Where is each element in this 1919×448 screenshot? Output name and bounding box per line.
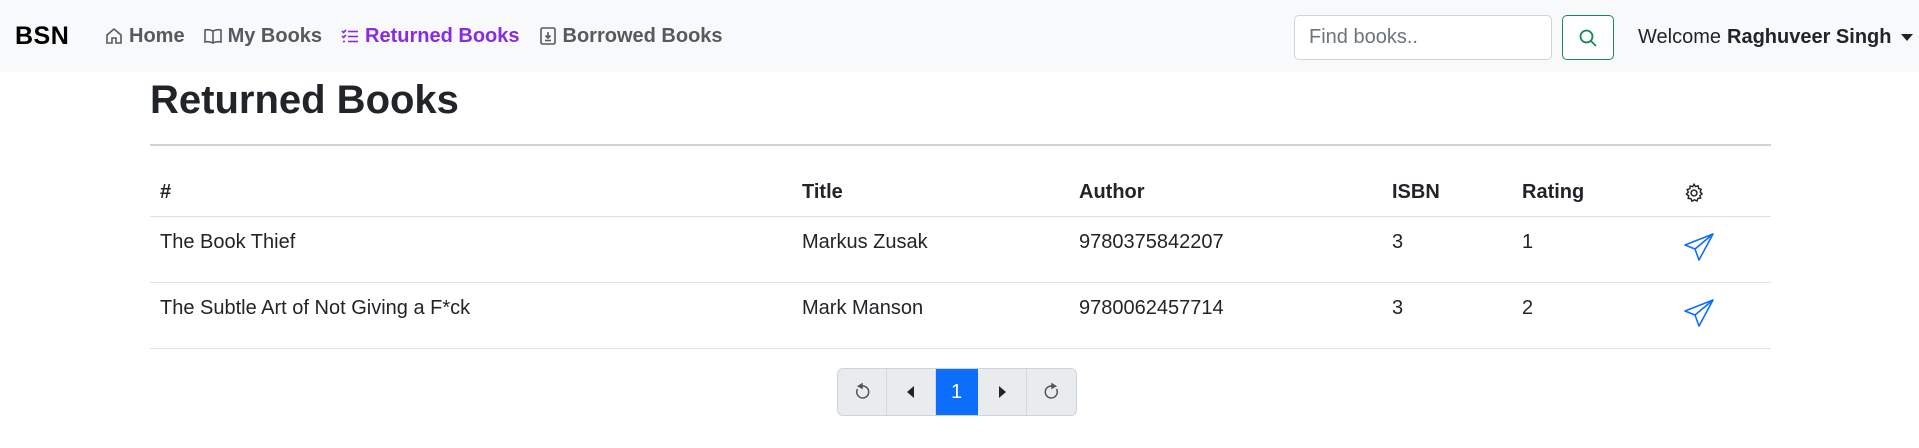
nav-home-label: Home xyxy=(129,24,185,47)
last-page-icon xyxy=(1044,383,1058,399)
nav-returned-books[interactable]: Returned Books xyxy=(340,24,520,48)
next-page-icon xyxy=(999,386,1006,398)
search-input[interactable] xyxy=(1294,15,1552,60)
gear-icon xyxy=(1685,182,1704,202)
nav-borrowed-books-label: Borrowed Books xyxy=(562,24,723,47)
cell-isbn: 3 xyxy=(1382,216,1512,283)
header-isbn: ISBN xyxy=(1382,170,1512,217)
house-icon xyxy=(106,27,122,44)
nav-my-books[interactable]: My Books xyxy=(203,25,322,48)
previous-page-icon xyxy=(907,386,914,398)
book-open-icon xyxy=(203,28,222,44)
header-author: Author xyxy=(1069,170,1382,217)
header-rating: Rating xyxy=(1512,170,1673,217)
books-table: # Title Author ISBN Rating The Book Thie… xyxy=(150,170,1771,349)
file-download-icon xyxy=(539,27,556,45)
first-page-icon xyxy=(856,383,870,399)
welcome-prefix: Welcome xyxy=(1638,26,1721,48)
cell-number: The Subtle Art of Not Giving a F*ck xyxy=(150,282,792,349)
cell-rating: 2 xyxy=(1512,282,1673,349)
cell-author: 9780062457714 xyxy=(1069,282,1382,349)
cell-title: Markus Zusak xyxy=(792,216,1069,283)
last-page-button[interactable] xyxy=(1027,369,1076,415)
navbar: BSN Home My Books Returned Books Borrowe… xyxy=(0,0,1919,72)
list-check-icon xyxy=(341,29,359,43)
send-icon[interactable] xyxy=(1683,231,1715,263)
cell-isbn: 3 xyxy=(1382,282,1512,349)
header-number: # xyxy=(150,170,792,217)
nav-borrowed-books[interactable]: Borrowed Books xyxy=(538,25,723,48)
page-1-button[interactable]: 1 xyxy=(936,369,978,415)
first-page-button[interactable] xyxy=(838,369,887,415)
header-actions xyxy=(1673,170,1771,217)
user-menu-toggle[interactable]: Welcome Raghuveer Singh xyxy=(1638,26,1914,49)
pagination: 1 xyxy=(837,368,1077,416)
previous-page-button[interactable] xyxy=(887,369,936,415)
page-title: Returned Books xyxy=(150,78,459,122)
search-button[interactable] xyxy=(1562,15,1614,60)
cell-rating: 1 xyxy=(1512,216,1673,283)
table-row: The Book Thief Markus Zusak 978037584220… xyxy=(150,216,1771,283)
title-divider xyxy=(150,144,1771,146)
cell-number: The Book Thief xyxy=(150,216,792,283)
next-page-button[interactable] xyxy=(978,369,1027,415)
cell-title: Mark Manson xyxy=(792,282,1069,349)
cell-author: 9780375842207 xyxy=(1069,216,1382,283)
brand-logo[interactable]: BSN xyxy=(15,22,69,51)
table-row: The Subtle Art of Not Giving a F*ck Mark… xyxy=(150,282,1771,349)
header-title: Title xyxy=(792,170,1069,217)
nav-links: Home My Books Returned Books Borrowed Bo… xyxy=(104,0,723,72)
nav-home[interactable]: Home xyxy=(104,25,185,48)
nav-returned-books-label: Returned Books xyxy=(365,24,520,47)
search-icon xyxy=(1579,29,1597,47)
table-header-row: # Title Author ISBN Rating xyxy=(150,170,1771,217)
send-icon[interactable] xyxy=(1683,297,1715,329)
nav-my-books-label: My Books xyxy=(227,24,323,47)
caret-down-icon xyxy=(1901,34,1914,41)
cell-actions xyxy=(1673,282,1771,349)
user-name: Raghuveer Singh xyxy=(1727,26,1892,48)
cell-actions xyxy=(1673,216,1771,283)
